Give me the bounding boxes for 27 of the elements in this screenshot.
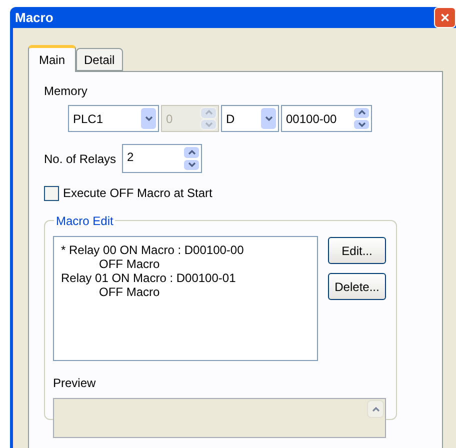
relays-label: No. of Relays — [44, 150, 116, 168]
delete-button[interactable]: Delete... — [328, 273, 386, 300]
close-button[interactable]: ✕ — [434, 7, 456, 28]
dropdown-button[interactable] — [260, 107, 277, 130]
edit-button[interactable]: Edit... — [328, 237, 386, 264]
dropdown-button[interactable] — [140, 107, 157, 130]
scroll-up-button[interactable] — [367, 400, 384, 418]
spin-down-button[interactable] — [183, 158, 200, 171]
spin-up-button[interactable] — [353, 107, 370, 118]
macro-list[interactable]: * Relay 00 ON Macro : D00100-00 OFF Macro Relay 01 ON Macro : D00100-01 OFF Macro — [53, 236, 318, 361]
list-line[interactable]: Relay 01 ON Macro : D00100-01 — [59, 271, 317, 285]
list-line[interactable]: * Relay 00 ON Macro : D00100-00 — [59, 243, 317, 257]
list-line[interactable]: OFF Macro — [59, 257, 317, 271]
checkbox[interactable] — [44, 186, 59, 200]
memory-label: Memory — [44, 83, 88, 100]
plc-dropdown[interactable]: PLC1 — [68, 105, 159, 132]
preview-label: Preview — [53, 375, 97, 392]
relays-spinbox[interactable]: 2 — [122, 144, 202, 173]
spin-down-button[interactable] — [353, 118, 370, 130]
address-spinbox[interactable]: 00100-00 — [281, 105, 372, 132]
checkbox-label: Execute OFF Macro at Start — [63, 185, 212, 202]
spin-up-button[interactable] — [183, 146, 200, 158]
device-dropdown[interactable]: D — [221, 105, 279, 132]
tab[interactable]: Detail — [76, 48, 123, 71]
window-title: Macro — [15, 8, 54, 27]
list-line[interactable]: OFF Macro — [59, 285, 317, 299]
tab[interactable]: Main — [28, 45, 76, 72]
